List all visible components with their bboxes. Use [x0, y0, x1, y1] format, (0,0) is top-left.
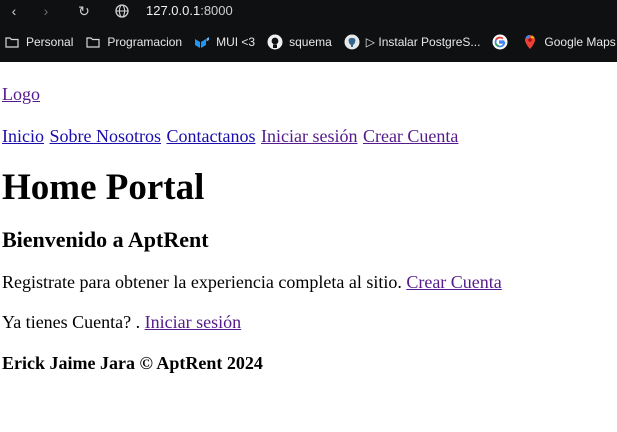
bookmark-label: Google Maps	[544, 35, 616, 49]
bookmark-label: ▷ Instalar PostgreS...	[365, 35, 481, 49]
bookmarks-bar: Personal Programacion MUI <3 squema ▷ In…	[0, 22, 617, 62]
main-nav: Inicio Sobre Nosotros Contactanos Inicia…	[2, 125, 615, 147]
bookmark-programacion[interactable]: Programacion	[85, 34, 182, 50]
nav-link-crear-cuenta[interactable]: Crear Cuenta	[363, 126, 458, 146]
page-title: Home Portal	[2, 167, 205, 208]
login-link[interactable]: Iniciar sesión	[145, 312, 241, 332]
nav-link-sobre-nosotros[interactable]: Sobre Nosotros	[50, 126, 162, 146]
browser-toolbar: ‹ › ↻ 127.0.0.1:8000	[0, 0, 617, 22]
logo-link[interactable]: Logo	[2, 84, 40, 104]
address-bar[interactable]: 127.0.0.1:8000	[146, 2, 233, 20]
postgres-elephant-icon	[344, 34, 360, 50]
register-link[interactable]: Crear Cuenta	[406, 272, 501, 292]
bookmark-google[interactable]	[492, 34, 514, 50]
bookmark-label: squema	[289, 35, 332, 49]
forward-arrow-icon[interactable]: ›	[36, 2, 56, 20]
url-host: 127.0.0.1	[146, 3, 201, 18]
mui-logo-icon	[194, 34, 210, 50]
back-arrow-icon[interactable]: ‹	[4, 2, 24, 20]
folder-icon	[85, 34, 101, 50]
browser-chrome: ‹ › ↻ 127.0.0.1:8000 Personal Programaci…	[0, 0, 617, 62]
register-paragraph: Registrate para obtener la experiencia c…	[2, 271, 615, 293]
bookmark-label: Programacion	[107, 35, 183, 49]
nav-link-inicio[interactable]: Inicio	[2, 126, 44, 146]
url-port: :8000	[200, 3, 233, 18]
login-paragraph: Ya tienes Cuenta? . Iniciar sesión	[2, 311, 615, 333]
bookmark-google-maps[interactable]: Google Maps	[522, 34, 616, 50]
page-content: Logo Inicio Sobre Nosotros Contactanos I…	[0, 83, 617, 374]
bookmark-label: MUI <3	[216, 35, 256, 49]
reload-icon[interactable]: ↻	[74, 2, 94, 20]
nav-link-contactanos[interactable]: Contactanos	[167, 126, 256, 146]
google-maps-icon	[522, 34, 538, 50]
logo-container: Logo	[2, 83, 615, 105]
bookmark-squema[interactable]: squema	[267, 34, 332, 50]
bookmark-personal[interactable]: Personal	[4, 34, 73, 50]
login-text: Ya tienes Cuenta? .	[2, 312, 141, 332]
bookmark-postgres[interactable]: ▷ Instalar PostgreS...	[344, 34, 481, 50]
bookmark-label: Personal	[26, 35, 74, 49]
folder-icon	[4, 34, 20, 50]
page-subtitle: Bienvenido a AptRent	[2, 227, 209, 252]
github-icon	[267, 34, 283, 50]
bookmark-mui[interactable]: MUI <3	[194, 34, 255, 50]
footer-text: Erick Jaime Jara © AptRent 2024	[2, 353, 263, 373]
site-info-icon[interactable]	[113, 2, 131, 20]
register-text: Registrate para obtener la experiencia c…	[2, 272, 402, 292]
google-icon	[492, 34, 508, 50]
nav-link-iniciar-sesion[interactable]: Iniciar sesión	[261, 126, 357, 146]
